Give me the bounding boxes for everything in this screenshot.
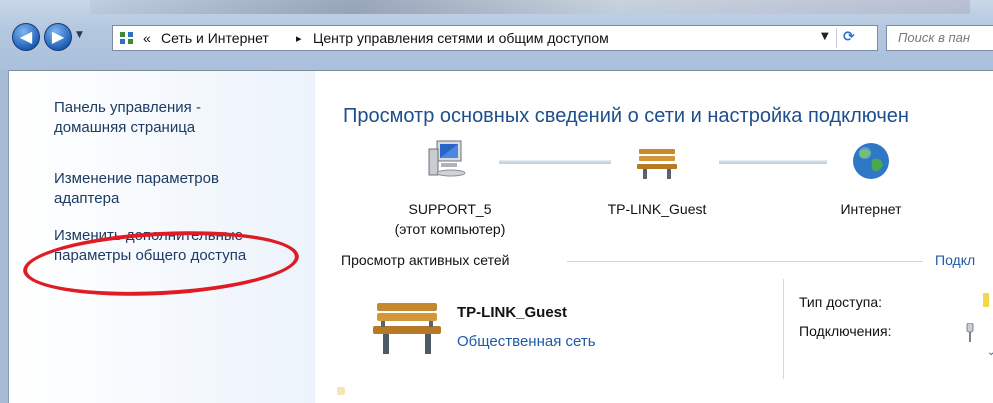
breadcrumb-network-internet[interactable]: Сеть и Интернет xyxy=(161,30,269,46)
connect-disconnect-link[interactable]: Подкл xyxy=(935,252,975,268)
network-name: TP-LINK_Guest xyxy=(607,201,707,217)
recent-pages-dropdown[interactable]: ▼ xyxy=(76,30,83,40)
bench-icon xyxy=(637,149,677,179)
breadcrumb-network-center[interactable]: Центр управления сетями и общим доступом xyxy=(313,30,609,46)
sidebar-link-line: Панель управления - xyxy=(54,99,201,116)
computer-subtitle: (этот компьютер) xyxy=(394,221,506,237)
main-content: Просмотр основных сведений о сети и наст… xyxy=(315,71,993,403)
active-networks-label: Просмотр активных сетей xyxy=(341,252,510,268)
search-input[interactable]: Поиск в пан xyxy=(886,25,993,51)
access-type-label: Тип доступа: xyxy=(799,294,883,310)
map-node-network[interactable]: TP-LINK_Guest xyxy=(587,199,727,219)
map-node-internet[interactable]: Интернет xyxy=(821,199,921,219)
address-dropdown-icon[interactable]: ▼ xyxy=(821,31,829,42)
connection-line-network-internet xyxy=(719,160,827,164)
back-arrow-icon: ◀ xyxy=(19,27,33,46)
partial-icon xyxy=(337,387,345,395)
section-divider xyxy=(567,261,923,262)
refresh-icon[interactable]: ⟳ xyxy=(843,29,855,45)
network-location-icon xyxy=(120,32,133,44)
access-status-indicator xyxy=(983,293,989,307)
connections-label: Подключения: xyxy=(799,323,892,339)
breadcrumb-separator-icon[interactable]: ▸ xyxy=(296,32,302,45)
forward-button[interactable]: ▶ xyxy=(44,23,72,51)
sidebar-link-adapter-settings[interactable]: Изменение параметров адаптера xyxy=(54,169,314,209)
window-frame-left xyxy=(0,70,9,403)
computer-name: SUPPORT_5 xyxy=(408,201,492,217)
wireless-signal-icon[interactable] xyxy=(965,323,975,343)
sidebar-link-line: Изменение параметров xyxy=(54,170,219,187)
computer-icon xyxy=(428,140,466,177)
more-arrow-icon: ⌄ xyxy=(987,347,993,358)
breadcrumb-overflow[interactable]: « xyxy=(143,30,151,46)
forward-arrow-icon: ▶ xyxy=(51,27,65,46)
globe-icon xyxy=(853,143,889,179)
sidebar-link-line: адаптера xyxy=(54,190,120,207)
connection-line-computer-network xyxy=(499,160,611,164)
bench-icon xyxy=(373,303,441,354)
back-button[interactable]: ◀ xyxy=(12,23,40,51)
blurred-toolbar-strip xyxy=(90,0,970,14)
network-type-link[interactable]: Общественная сеть xyxy=(457,333,596,350)
sidebar: Панель управления - домашняя страница Из… xyxy=(9,71,315,403)
internet-label: Интернет xyxy=(840,201,902,217)
vertical-divider xyxy=(783,279,784,379)
page-title: Просмотр основных сведений о сети и наст… xyxy=(343,105,909,127)
sidebar-link-control-panel-home[interactable]: Панель управления - домашняя страница xyxy=(54,98,314,138)
map-node-computer: SUPPORT_5 (этот компьютер) xyxy=(375,199,525,239)
address-divider xyxy=(836,28,837,48)
address-bar[interactable]: « Сеть и Интернет ▸ Центр управления сет… xyxy=(112,25,878,51)
sidebar-link-line: домашняя страница xyxy=(54,119,196,136)
title-bar: ◀ ▶ ▼ « Сеть и Интернет ▸ Центр управлен… xyxy=(0,0,993,70)
active-network-name: TP-LINK_Guest xyxy=(457,304,568,321)
